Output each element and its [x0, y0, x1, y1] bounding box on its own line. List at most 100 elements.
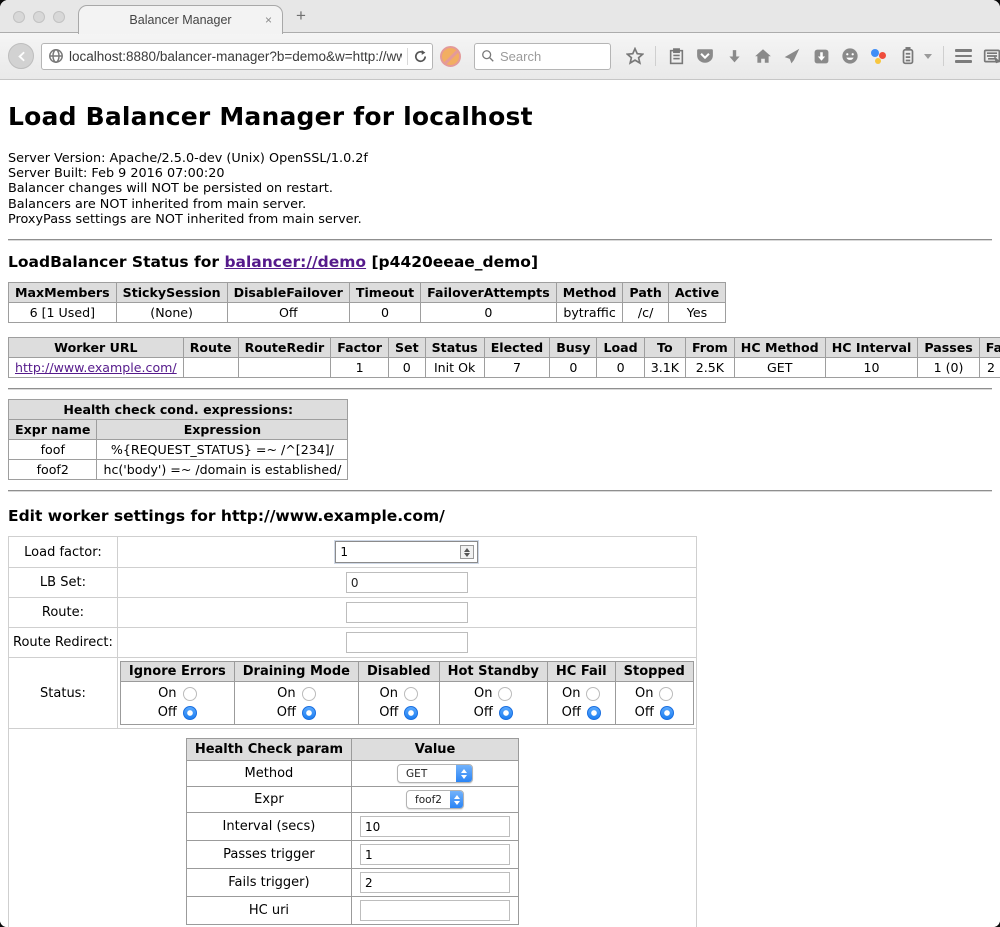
hc-fail-on-radio[interactable]	[586, 687, 600, 701]
menu-hamburger-icon[interactable]	[955, 49, 972, 63]
hc-fail-off-radio[interactable]	[587, 706, 601, 720]
status-label: Status:	[9, 658, 118, 729]
on-label: On	[635, 684, 653, 703]
col-expression: Expression	[97, 420, 348, 440]
worker-table: Worker URL Route RouteRedir Factor Set S…	[8, 337, 1000, 378]
draining-mode-off-radio[interactable]	[302, 706, 316, 720]
route-input[interactable]	[346, 602, 468, 623]
hc-row-method: Method GET	[186, 761, 518, 787]
expr-table-title-row: Health check cond. expressions:	[9, 400, 348, 420]
balancer-demo-link[interactable]: balancer://demo	[224, 253, 366, 271]
battery-panel-icon[interactable]	[899, 47, 917, 65]
table-header-row: MaxMembers StickySession DisableFailover…	[9, 283, 726, 303]
cell-route	[183, 358, 238, 378]
pocket-icon[interactable]	[696, 47, 714, 65]
tab-strip: Balancer Manager × +	[0, 0, 1000, 33]
col-routeredir: RouteRedir	[238, 338, 331, 358]
keyboard-grid-icon[interactable]	[983, 47, 1000, 65]
col-to: To	[644, 338, 685, 358]
server-info: Server Version: Apache/2.5.0-dev (Unix) …	[8, 151, 992, 227]
col-disabled: Disabled	[358, 662, 439, 682]
select-arrows-icon	[450, 791, 463, 808]
window-controls[interactable]	[13, 11, 65, 23]
col-factor: Factor	[331, 338, 389, 358]
tab-close-icon[interactable]: ×	[265, 13, 272, 27]
disabled-on-radio[interactable]	[404, 687, 418, 701]
load-factor-input[interactable]	[335, 541, 478, 563]
back-button[interactable]	[8, 43, 34, 69]
page-title: Load Balancer Manager for localhost	[8, 102, 992, 131]
cell-expr-name: foof2	[9, 460, 97, 480]
reload-icon[interactable]	[413, 49, 428, 64]
cell-expression: %{REQUEST_STATUS} =~ /^[234]/	[97, 440, 348, 460]
bookmark-star-icon[interactable]	[626, 47, 644, 65]
method-select-value: GET	[398, 765, 456, 782]
stopped-on-radio[interactable]	[659, 687, 673, 701]
tab-title: Balancer Manager	[129, 13, 231, 27]
cell-elected: 7	[484, 358, 550, 378]
stopped-off-radio[interactable]	[660, 706, 674, 720]
cell-to: 3.1K	[644, 358, 685, 378]
hc-uri-input[interactable]	[360, 900, 510, 921]
on-label: On	[380, 684, 398, 703]
panel-download-icon[interactable]	[812, 47, 830, 65]
search-bar[interactable]	[474, 43, 611, 70]
form-row-route: Route:	[9, 598, 697, 628]
fails-label: Fails trigger)	[186, 869, 351, 897]
col-from: From	[685, 338, 734, 358]
col-maxmembers: MaxMembers	[9, 283, 117, 303]
col-method: Method	[556, 283, 623, 303]
content-blocker-icon[interactable]	[440, 46, 461, 67]
lb-set-label: LB Set:	[9, 568, 118, 598]
minimize-window-icon[interactable]	[33, 11, 45, 23]
col-hc-fail: HC Fail	[547, 662, 615, 682]
fails-input[interactable]	[360, 872, 510, 893]
overflow-caret-icon[interactable]	[924, 54, 932, 59]
worker-url-link[interactable]: http://www.example.com/	[15, 360, 177, 375]
toolbar-divider	[655, 46, 656, 66]
draining-mode-on-radio[interactable]	[302, 687, 316, 701]
new-tab-button[interactable]: +	[296, 6, 306, 26]
route-label: Route:	[9, 598, 118, 628]
col-route: Route	[183, 338, 238, 358]
tab-balancer-manager[interactable]: Balancer Manager ×	[78, 5, 283, 34]
off-label: Off	[158, 703, 177, 722]
url-bar[interactable]	[41, 43, 433, 70]
close-window-icon[interactable]	[13, 11, 25, 23]
route-redirect-input[interactable]	[346, 632, 468, 653]
ignore-errors-off-radio[interactable]	[183, 706, 197, 720]
cell-routeredir	[238, 358, 331, 378]
chat-smiley-icon[interactable]	[841, 47, 859, 65]
home-icon[interactable]	[754, 47, 772, 65]
downloads-icon[interactable]	[725, 47, 743, 65]
disabled-off-radio[interactable]	[404, 706, 418, 720]
hot-standby-off-radio[interactable]	[499, 706, 513, 720]
zoom-window-icon[interactable]	[53, 11, 65, 23]
hc-uri-label: HC uri	[186, 897, 351, 925]
cell-stickysession: (None)	[116, 303, 227, 323]
cell-hc-method: GET	[734, 358, 825, 378]
search-input[interactable]	[500, 49, 604, 64]
interval-input[interactable]	[360, 816, 510, 837]
ignore-errors-on-radio[interactable]	[183, 687, 197, 701]
passes-input[interactable]	[360, 844, 510, 865]
hot-standby-on-radio[interactable]	[498, 687, 512, 701]
status-radio-table: Ignore Errors Draining Mode Disabled Hot…	[120, 661, 694, 725]
balancer-status-heading: LoadBalancer Status for balancer://demo …	[8, 253, 992, 271]
off-label: Off	[379, 703, 398, 722]
lb-set-input[interactable]	[346, 572, 468, 593]
health-check-param-table: Health Check param Value Method GET	[186, 738, 519, 925]
color-dots-icon[interactable]	[870, 47, 888, 65]
clipboard-icon[interactable]	[667, 47, 685, 65]
number-stepper-icon[interactable]	[460, 545, 474, 559]
expr-select[interactable]: foof2	[406, 790, 464, 809]
col-hc-method: HC Method	[734, 338, 825, 358]
method-select[interactable]: GET	[397, 764, 473, 783]
browser-window: Balancer Manager × +	[0, 0, 1000, 927]
balancer-heading-suffix: [p4420eeae_demo]	[366, 253, 538, 271]
send-plane-icon[interactable]	[783, 47, 801, 65]
col-stickysession: StickySession	[116, 283, 227, 303]
cell-maxmembers: 6 [1 Used]	[9, 303, 117, 323]
url-input[interactable]	[69, 49, 402, 64]
off-label: Off	[562, 703, 581, 722]
